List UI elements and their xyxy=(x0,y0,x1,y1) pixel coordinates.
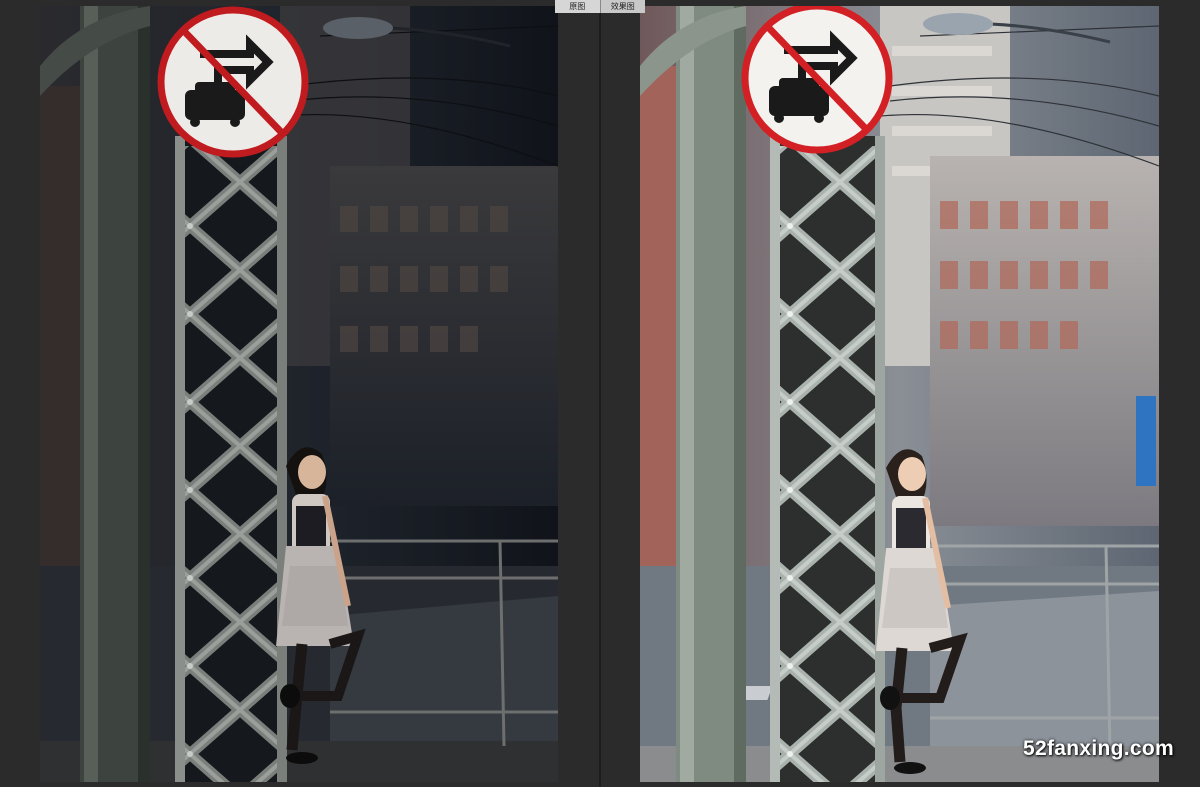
no-turn-sign-right xyxy=(741,6,893,154)
site-watermark: 52fanxing.com xyxy=(1023,737,1174,760)
compare-label-bar: 原图 效果图 xyxy=(555,0,645,13)
original-photo-pane xyxy=(40,6,558,782)
before-after-comparison: 原图 效果图 52fanxing.com xyxy=(0,0,1200,787)
original-photo xyxy=(40,6,558,782)
pane-divider xyxy=(599,0,601,787)
edited-photo xyxy=(640,6,1159,782)
after-label[interactable]: 效果图 xyxy=(600,0,645,13)
no-turn-sign-left xyxy=(157,6,309,158)
before-label[interactable]: 原图 xyxy=(555,0,601,13)
edited-photo-pane xyxy=(640,6,1159,782)
